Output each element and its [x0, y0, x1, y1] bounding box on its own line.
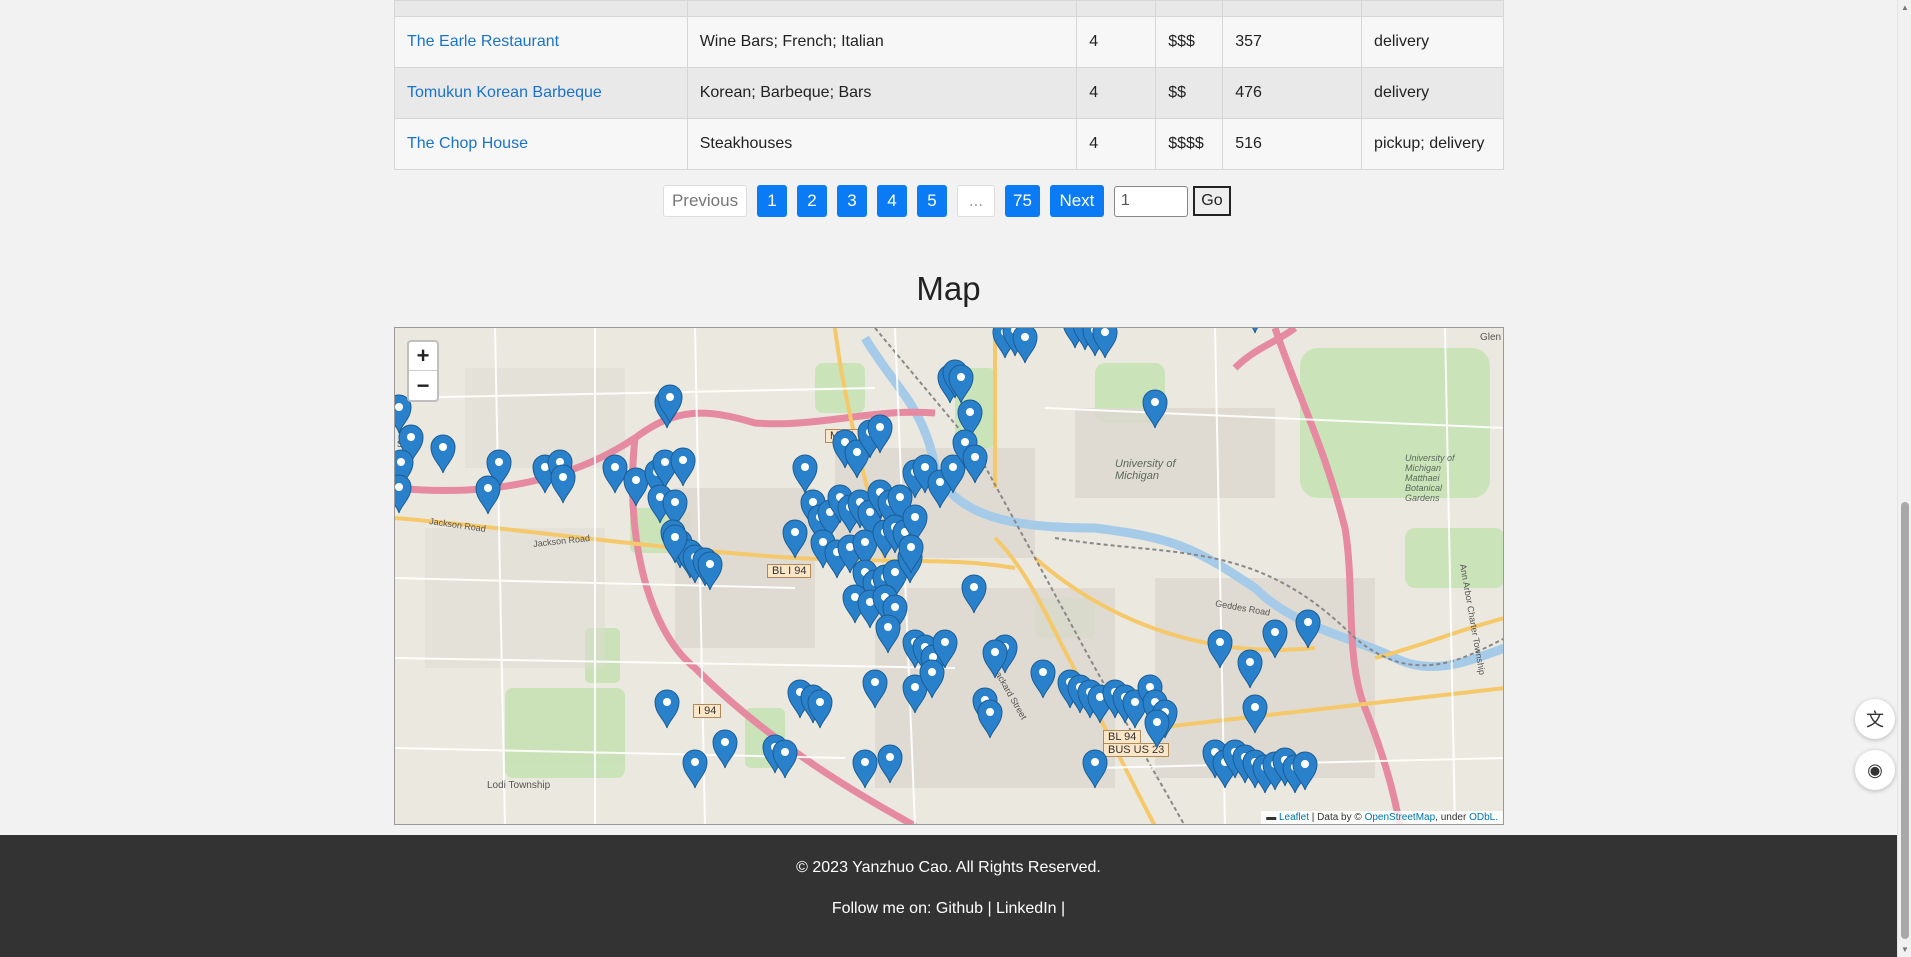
map-marker-icon[interactable]: [962, 444, 988, 484]
rating-cell: 4: [1076, 16, 1157, 68]
reviews-cell: 357: [1222, 16, 1363, 68]
transactions-cell: delivery: [1361, 67, 1504, 119]
map-marker-icon[interactable]: [1207, 629, 1233, 669]
map-marker-icon[interactable]: [1012, 328, 1038, 364]
map-marker-icon[interactable]: [1082, 749, 1108, 789]
map-marker-icon[interactable]: [1242, 694, 1268, 734]
rating-cell: 4: [1076, 67, 1157, 119]
map-marker-icon[interactable]: [875, 614, 901, 654]
previous-button[interactable]: Previous: [663, 185, 747, 217]
price-cell: $$: [1155, 67, 1224, 119]
map-marker-icon[interactable]: [807, 689, 833, 729]
table-row: The Chop House Steakhouses 4 $$$$ 516 pi…: [394, 118, 1504, 170]
map-marker-icon[interactable]: [430, 434, 456, 474]
map-marker-icon[interactable]: [395, 474, 412, 514]
price-cell: $$$$: [1155, 118, 1224, 170]
map-marker-icon[interactable]: [782, 519, 808, 559]
zoom-control: + −: [407, 340, 439, 402]
page-button-4[interactable]: 4: [877, 185, 907, 217]
map-title: Map: [916, 270, 981, 307]
reviews-cell: 476: [1222, 67, 1363, 119]
map-marker-icon[interactable]: [977, 699, 1003, 739]
map-marker-icon[interactable]: [1142, 389, 1168, 429]
page-button-1[interactable]: 1: [757, 185, 787, 217]
restaurant-link[interactable]: The Chop House: [407, 135, 528, 152]
map-marker-icon[interactable]: [1295, 609, 1321, 649]
page-button-5[interactable]: 5: [917, 185, 947, 217]
assistant-icon[interactable]: ◉: [1855, 750, 1895, 790]
map-marker-icon[interactable]: [1262, 619, 1288, 659]
attribution-under: , under: [1435, 812, 1467, 823]
map-marker-icon[interactable]: [792, 454, 818, 494]
map-marker-icon[interactable]: [670, 447, 696, 487]
map-marker-icon[interactable]: [602, 454, 628, 494]
translate-icon[interactable]: 文: [1855, 699, 1895, 739]
next-button[interactable]: Next: [1049, 185, 1104, 217]
page-button-2[interactable]: 2: [797, 185, 827, 217]
rating-cell: 4: [1076, 118, 1157, 170]
pagination-ellipsis: ...: [957, 185, 995, 217]
page-number-input[interactable]: [1113, 185, 1188, 217]
zoom-in-button[interactable]: +: [409, 342, 437, 371]
page-button-3[interactable]: 3: [837, 185, 867, 217]
map-marker-icon[interactable]: [550, 464, 576, 504]
table-row: Tomukun Korean Barbeque Korean; Barbeque…: [394, 67, 1504, 119]
map-marker-icon[interactable]: [1030, 659, 1056, 699]
map-marker-icon[interactable]: [682, 749, 708, 789]
price-cell: $$$: [1155, 16, 1224, 68]
map-marker-icon[interactable]: [697, 551, 723, 591]
zoom-out-button[interactable]: −: [409, 371, 437, 400]
page-button-last[interactable]: 75: [1005, 185, 1040, 217]
go-button[interactable]: Go: [1192, 186, 1231, 216]
odbl-link[interactable]: ODbL.: [1469, 812, 1498, 823]
map-marker-icon[interactable]: [982, 639, 1008, 679]
categories-cell: Steakhouses: [686, 118, 1078, 170]
scrollbar[interactable]: ▲ ▼: [1897, 0, 1911, 957]
transactions-cell: pickup; delivery: [1361, 118, 1504, 170]
map-marker-icon[interactable]: [1243, 328, 1267, 334]
leaflet-link[interactable]: Leaflet: [1279, 812, 1309, 823]
map-marker-icon[interactable]: [961, 574, 987, 614]
map-marker-icon[interactable]: [862, 669, 888, 709]
footer-copyright: © 2023 Yanzhuo Cao. All Rights Reserved.: [796, 859, 1101, 876]
transactions-cell: delivery: [1361, 16, 1504, 68]
map-markers: [395, 328, 1321, 794]
footer: © 2023 Yanzhuo Cao. All Rights Reserved.…: [0, 835, 1897, 957]
map-marker-icon[interactable]: [1092, 328, 1118, 359]
osm-link[interactable]: OpenStreetMap: [1365, 812, 1436, 823]
map-marker-icon[interactable]: [623, 467, 649, 507]
restaurant-link[interactable]: Tomukun Korean Barbeque: [407, 84, 602, 101]
map-attribution: ▬ Leaflet | Data by © OpenStreetMap, und…: [1261, 811, 1503, 824]
scroll-up-icon[interactable]: ▲: [1901, 3, 1909, 12]
map-marker-icon[interactable]: [772, 739, 798, 779]
categories-cell: Wine Bars; French; Italian: [686, 16, 1078, 68]
restaurants-table: The Earle Restaurant Wine Bars; French; …: [394, 0, 1504, 170]
categories-cell: Korean; Barbeque; Bars: [686, 67, 1078, 119]
restaurant-link[interactable]: The Earle Restaurant: [407, 33, 559, 50]
page: The Earle Restaurant Wine Bars; French; …: [0, 0, 1911, 957]
map-marker-icon[interactable]: [712, 729, 738, 769]
table-row: [394, 0, 1504, 17]
table-row: The Earle Restaurant Wine Bars; French; …: [394, 16, 1504, 68]
scroll-down-icon[interactable]: ▼: [1901, 945, 1909, 954]
flag-icon: ▬: [1266, 812, 1277, 823]
attribution-text: | Data by ©: [1311, 812, 1362, 823]
footer-follow: Follow me on: Github | LinkedIn |: [831, 900, 1066, 917]
pagination: Previous 1 2 3 4 5 ... 75 Next Go: [663, 185, 1231, 217]
map-marker-icon[interactable]: [852, 749, 878, 789]
scrollbar-thumb[interactable]: [1901, 502, 1909, 939]
map-marker-icon[interactable]: [475, 475, 501, 515]
reviews-cell: 516: [1222, 118, 1363, 170]
map-marker-icon[interactable]: [877, 744, 903, 784]
map-marker-icon[interactable]: [1144, 709, 1170, 749]
map-marker-icon[interactable]: [654, 689, 680, 729]
map-marker-icon[interactable]: [1237, 649, 1263, 689]
map[interactable]: ship Jackson Road Jackson Road M 14 BL I…: [394, 327, 1504, 825]
